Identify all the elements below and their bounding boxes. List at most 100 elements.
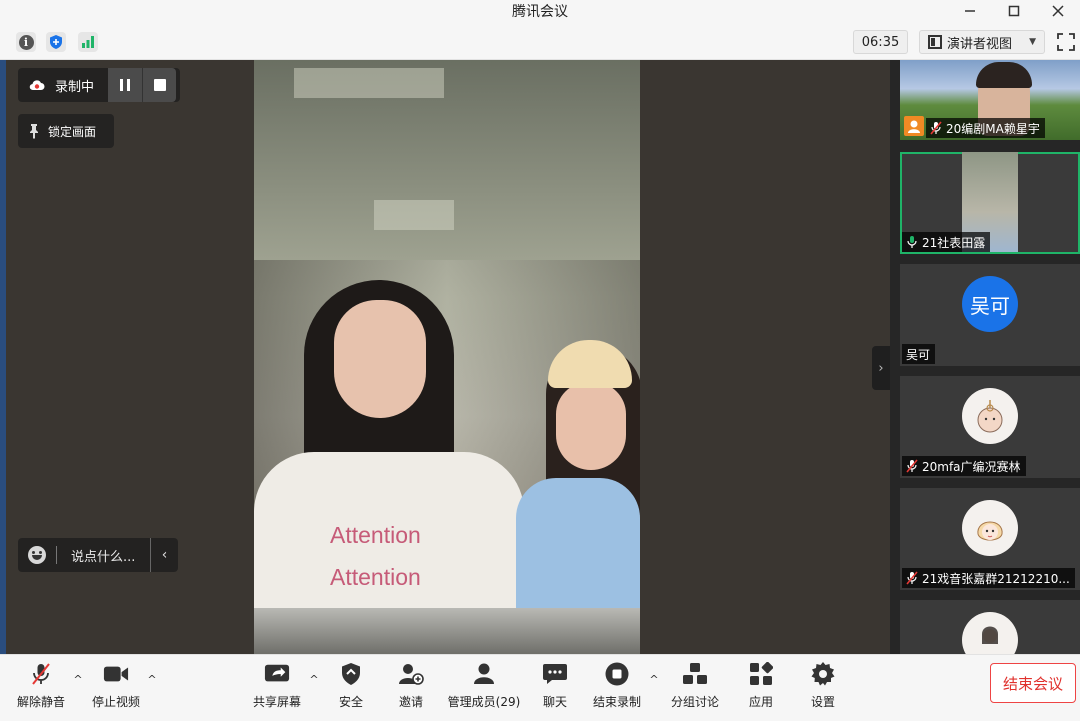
minimize-button[interactable] — [948, 0, 992, 22]
stop-recording-button[interactable] — [142, 68, 177, 102]
settings-button[interactable]: 设置 — [808, 661, 838, 711]
avatar — [962, 612, 1018, 654]
portrait-avatar-icon — [982, 626, 998, 644]
meeting-timer: 06:35 — [853, 30, 908, 54]
chevron-up-icon: ^ — [73, 672, 83, 686]
ceiling-light — [374, 200, 454, 230]
chat-input[interactable]: 说点什么... — [71, 546, 135, 565]
mic-muted-icon — [906, 459, 918, 473]
network-status-button[interactable] — [78, 32, 98, 52]
apps-button[interactable]: 应用 — [746, 661, 776, 711]
close-icon — [1052, 5, 1064, 17]
end-recording-button[interactable]: 结束录制 — [590, 661, 644, 711]
pause-recording-button[interactable] — [108, 68, 143, 102]
stop-icon — [153, 79, 166, 91]
participant-tile-speaking[interactable]: 21社表田露 — [900, 152, 1080, 254]
collapse-chat-button[interactable]: ‹ — [150, 538, 178, 572]
chat-bubble-icon — [542, 661, 568, 687]
chevron-up-icon: ^ — [649, 672, 659, 686]
stop-video-button[interactable]: 停止视频 — [88, 661, 144, 711]
share-screen-button[interactable]: 共享屏幕 — [250, 661, 304, 711]
participant-name: 20mfa广编况赛林 — [922, 459, 1021, 474]
breakout-rooms-label: 分组讨论 — [670, 695, 719, 709]
cloud-record-icon — [29, 80, 45, 91]
pin-icon — [30, 124, 38, 139]
pause-icon — [120, 79, 124, 91]
close-button[interactable] — [1036, 0, 1080, 22]
maximize-button[interactable] — [992, 0, 1036, 22]
mic-muted-icon — [930, 121, 942, 135]
person-right-face — [556, 382, 626, 470]
security-button[interactable]: 安全 — [336, 661, 366, 711]
invite-button[interactable]: 邀请 — [396, 661, 426, 711]
avatar — [962, 388, 1018, 444]
minimize-icon — [965, 10, 975, 12]
participant-tile[interactable]: 21戏音张嘉群21212210... — [900, 488, 1080, 590]
audio-options-button[interactable]: ^ — [72, 672, 84, 686]
participant-name: 21戏音张嘉群21212210... — [922, 571, 1070, 586]
chevron-up-icon: ^ — [147, 672, 157, 686]
info-icon: i — [18, 34, 34, 50]
shirt-text: Attention — [330, 564, 421, 590]
speaker-video: Attention Attention — [254, 60, 640, 654]
chat-label: 聊天 — [542, 695, 567, 709]
meeting-info-bar: i 06:35 演讲者视图 ▼ — [0, 22, 1080, 60]
apps-label: 应用 — [748, 695, 773, 709]
view-mode-label: 演讲者视图 — [947, 36, 1013, 52]
title-bar: 腾讯会议 — [0, 0, 1080, 22]
avatar: 吴可 — [962, 276, 1018, 332]
toggle-gallery-button[interactable]: › — [872, 346, 890, 390]
participant-tile[interactable] — [900, 600, 1080, 654]
participant-tile[interactable]: 吴可 吴可 — [900, 264, 1080, 366]
emoji-icon[interactable] — [28, 546, 46, 564]
record-options-button[interactable]: ^ — [648, 672, 660, 686]
meeting-toolbar: 解除静音 ^ 停止视频 ^ 共享屏幕 ^ 安全 邀请 管理成员(29) 聊天 结… — [0, 654, 1080, 721]
security-status-button[interactable] — [46, 32, 66, 52]
window-controls — [948, 0, 1080, 22]
person-left-face — [334, 300, 426, 418]
lock-screen-button[interactable]: 锁定画面 — [18, 114, 114, 148]
maximize-icon — [1008, 5, 1020, 17]
chat-button[interactable]: 聊天 — [540, 661, 570, 711]
participant-name: 20编剧MA赖星宇 — [946, 121, 1040, 136]
anime-avatar-icon — [977, 521, 1003, 541]
settings-label: 设置 — [810, 695, 835, 709]
chevron-right-icon: › — [878, 360, 884, 376]
participant-tile[interactable]: 20mfa广编况赛林 — [900, 376, 1080, 478]
end-meeting-button[interactable]: 结束会议 — [990, 663, 1076, 703]
chevron-up-icon: ^ — [309, 672, 319, 686]
chat-quick-bar: 说点什么... ‹ — [18, 538, 178, 572]
unmute-button[interactable]: 解除静音 — [14, 661, 68, 711]
participant-name: 21社表田露 — [922, 235, 986, 250]
signal-icon — [82, 36, 94, 48]
end-recording-label: 结束录制 — [592, 695, 641, 709]
manage-members-button[interactable]: 管理成员(29) — [446, 661, 522, 711]
share-screen-label: 共享屏幕 — [252, 695, 301, 709]
participant-tile[interactable]: 20编剧MA赖星宇 — [900, 60, 1080, 140]
manage-members-label: 管理成员(29) — [447, 695, 521, 709]
view-mode-select[interactable]: 演讲者视图 ▼ — [919, 30, 1045, 54]
participant-nameplate: 吴可 — [902, 344, 936, 364]
avatar — [962, 500, 1018, 556]
participant-nameplate: 21戏音张嘉群21212210... — [902, 568, 1075, 588]
participant-name: 吴可 — [906, 347, 931, 362]
breakout-rooms-button[interactable]: 分组讨论 — [668, 661, 722, 711]
fullscreen-button[interactable] — [1056, 32, 1076, 52]
pause-icon — [127, 79, 131, 91]
recording-status: 录制中 — [55, 79, 95, 95]
add-user-icon — [398, 661, 424, 687]
apps-grid-icon — [748, 661, 774, 687]
lock-screen-label: 锁定画面 — [48, 124, 97, 139]
video-options-button[interactable]: ^ — [146, 672, 158, 686]
video-camera-icon — [103, 661, 129, 687]
meeting-info-button[interactable]: i — [16, 32, 36, 52]
divider — [56, 546, 57, 564]
unmute-label: 解除静音 — [16, 695, 65, 709]
window-title: 腾讯会议 — [512, 4, 568, 20]
security-label: 安全 — [338, 695, 363, 709]
participant-nameplate: 20mfa广编况赛林 — [902, 456, 1026, 476]
shirt-text: Attention — [330, 522, 421, 548]
share-options-button[interactable]: ^ — [308, 672, 320, 686]
gear-icon — [810, 661, 836, 687]
layout-icon — [928, 35, 942, 49]
